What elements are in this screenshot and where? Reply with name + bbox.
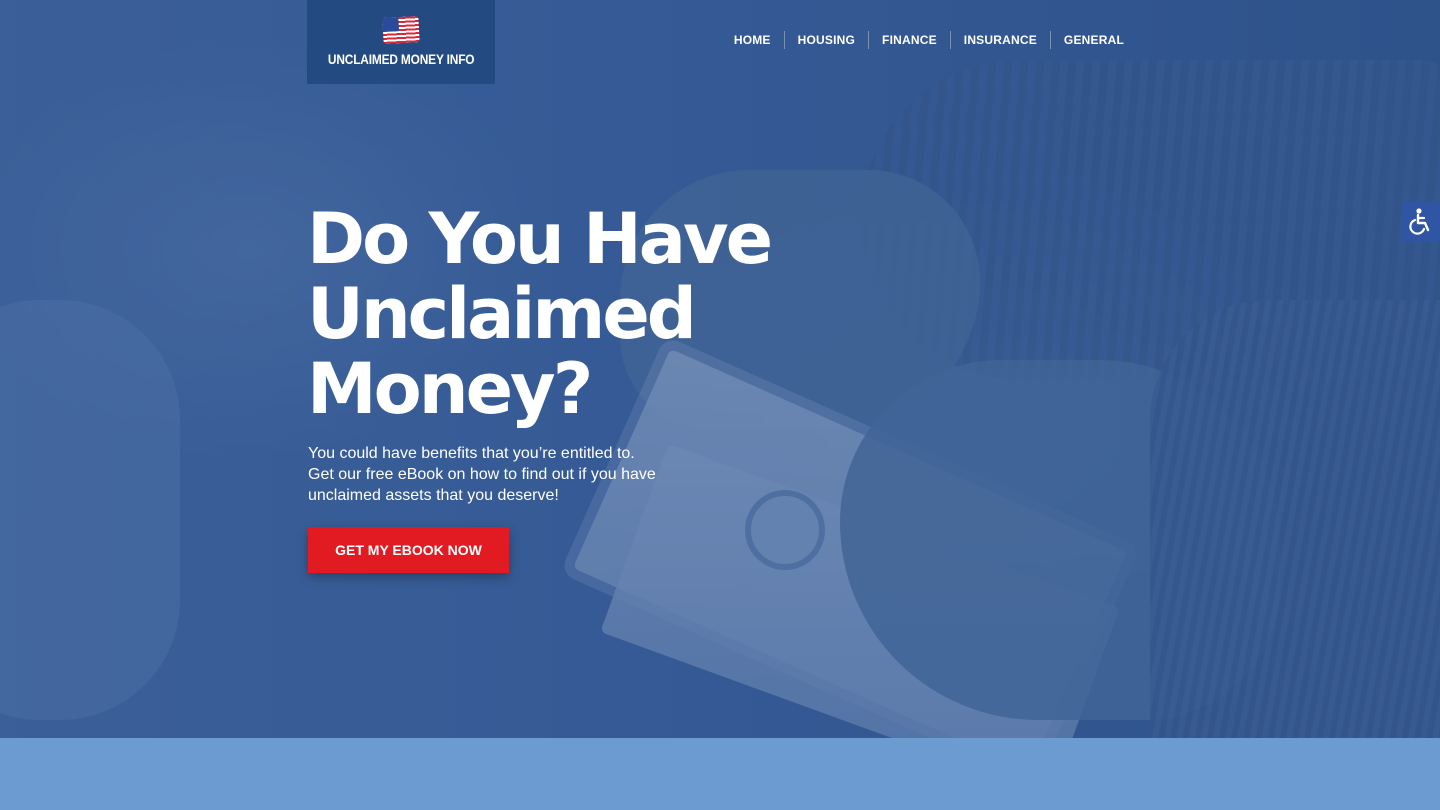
hero-headline: Do You Have Unclaimed Money? <box>307 202 827 427</box>
headline-line: Do You Have <box>307 198 773 280</box>
nav-item-home[interactable]: HOME <box>721 31 784 49</box>
site-logo[interactable]: UNCLAIMED MONEY INFO <box>307 0 495 84</box>
wheelchair-icon <box>1408 208 1429 235</box>
nav-item-housing[interactable]: HOUSING <box>783 31 868 49</box>
us-flag-icon <box>382 16 420 44</box>
nav-item-insurance[interactable]: INSURANCE <box>949 31 1050 49</box>
nav-item-general[interactable]: GENERAL <box>1049 31 1134 49</box>
section-divider-band <box>0 738 1440 810</box>
hero-subtext: You could have benefits that you’re enti… <box>308 445 656 504</box>
main-nav: HOME HOUSING FINANCE INSURANCE GENERAL <box>721 30 1134 50</box>
get-ebook-button[interactable]: GET MY EBOOK NOW <box>308 527 509 573</box>
headline-line: Money? <box>307 348 593 430</box>
accessibility-button[interactable] <box>1401 201 1440 241</box>
nav-item-finance[interactable]: FINANCE <box>868 31 950 49</box>
headline-line: Unclaimed <box>307 273 697 355</box>
logo-text: UNCLAIMED MONEY INFO <box>327 51 475 67</box>
